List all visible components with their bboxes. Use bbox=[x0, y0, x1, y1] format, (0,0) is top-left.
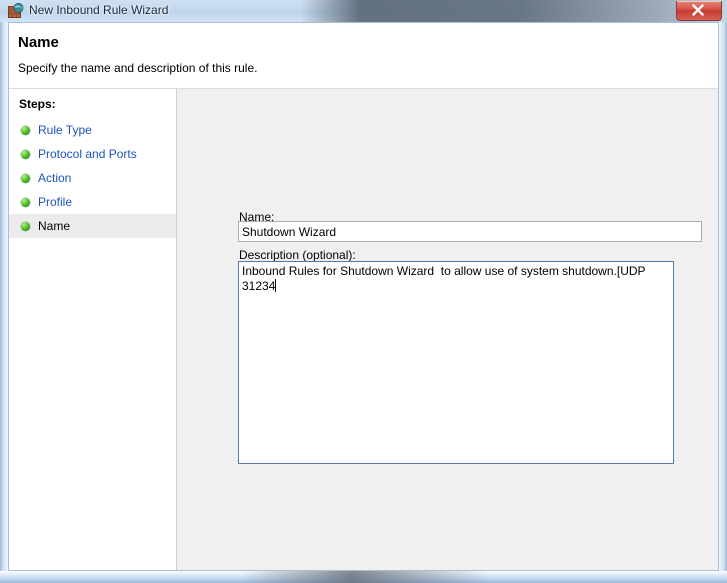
sidebar-item-action[interactable]: Action bbox=[9, 166, 176, 190]
steps-heading: Steps: bbox=[19, 97, 56, 111]
sidebar-item-label: Action bbox=[38, 171, 72, 185]
sidebar-item-label: Rule Type bbox=[38, 123, 92, 137]
steps-list: Rule Type Protocol and Ports Action Prof… bbox=[9, 118, 176, 238]
window-border-right bbox=[718, 22, 727, 583]
name-input[interactable] bbox=[238, 221, 702, 242]
sidebar-item-label: Name bbox=[38, 219, 71, 233]
description-field-label: Description (optional): bbox=[239, 248, 356, 262]
close-icon bbox=[692, 4, 704, 16]
step-bullet-icon bbox=[21, 125, 30, 135]
content-pane: Name: Description (optional): Inbound Ru… bbox=[178, 89, 718, 570]
sidebar-item-name[interactable]: Name bbox=[9, 214, 176, 238]
description-text: Inbound Rules for Shutdown Wizard to all… bbox=[242, 264, 672, 294]
sidebar-item-rule-type[interactable]: Rule Type bbox=[9, 118, 176, 142]
wizard-window: New Inbound Rule Wizard Name Specify the… bbox=[0, 0, 727, 583]
page-subtitle: Specify the name and description of this… bbox=[18, 61, 258, 75]
step-bullet-icon bbox=[21, 197, 30, 207]
page-header: Name Specify the name and description of… bbox=[9, 23, 718, 89]
sidebar-item-profile[interactable]: Profile bbox=[9, 190, 176, 214]
body-area: Steps: Rule Type Protocol and Ports Acti… bbox=[9, 89, 718, 570]
close-button[interactable] bbox=[676, 1, 722, 21]
sidebar-item-protocol-and-ports[interactable]: Protocol and Ports bbox=[9, 142, 176, 166]
title-bar: New Inbound Rule Wizard bbox=[0, 0, 727, 22]
step-bullet-icon bbox=[21, 173, 30, 183]
step-bullet-icon bbox=[21, 221, 30, 231]
sidebar-item-label: Profile bbox=[38, 195, 73, 209]
description-textarea[interactable]: Inbound Rules for Shutdown Wizard to all… bbox=[238, 261, 674, 464]
steps-sidebar: Steps: Rule Type Protocol and Ports Acti… bbox=[9, 89, 177, 570]
sidebar-item-label: Protocol and Ports bbox=[38, 147, 137, 161]
page-title: Name bbox=[18, 34, 59, 51]
window-title: New Inbound Rule Wizard bbox=[29, 3, 169, 17]
step-bullet-icon bbox=[21, 149, 30, 159]
window-border-bottom bbox=[0, 571, 727, 583]
firewall-globe-icon bbox=[8, 3, 24, 19]
description-value: Inbound Rules for Shutdown Wizard to all… bbox=[242, 264, 649, 293]
title-bar-inner: New Inbound Rule Wizard bbox=[0, 0, 727, 22]
text-caret bbox=[275, 279, 277, 292]
client-area: Name Specify the name and description of… bbox=[8, 22, 719, 571]
window-border-bottom-shade bbox=[240, 571, 490, 583]
